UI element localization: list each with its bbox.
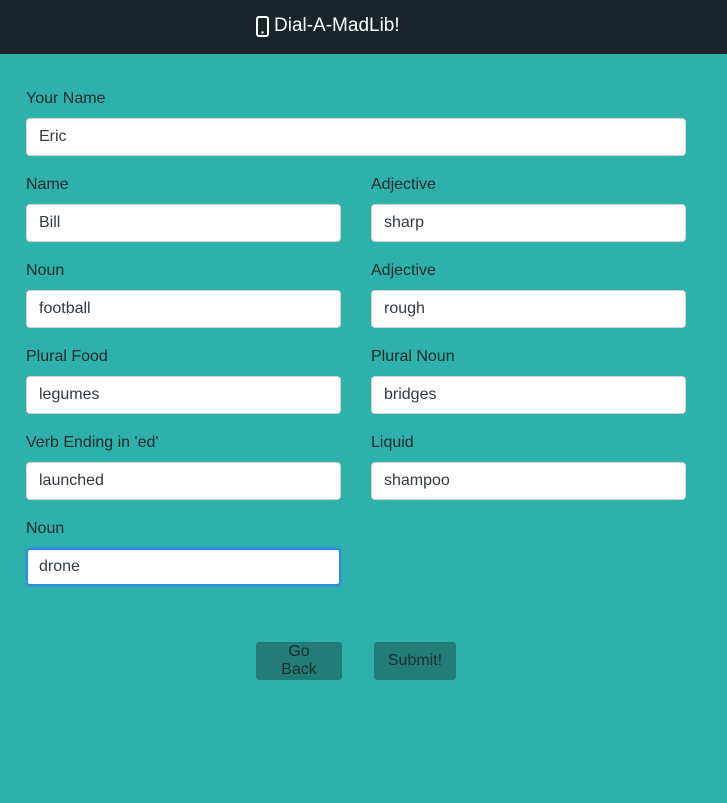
name-input[interactable] <box>26 204 341 242</box>
liquid-input[interactable] <box>371 462 686 500</box>
navbar: Dial-A-MadLib! <box>0 0 727 54</box>
plural-noun-label: Plural Noun <box>371 348 455 365</box>
noun-1-input[interactable] <box>26 290 341 328</box>
brand-title: Dial-A-MadLib! <box>274 15 400 36</box>
plural-food-input[interactable] <box>26 376 341 414</box>
verb-ed-label: Verb Ending in 'ed' <box>26 434 159 451</box>
name-label: Name <box>26 176 69 193</box>
mobile-phone-icon <box>256 15 269 37</box>
submit-button[interactable]: Submit! <box>374 642 456 680</box>
plural-noun-input[interactable] <box>371 376 686 414</box>
brand[interactable]: Dial-A-MadLib! <box>256 13 400 39</box>
adjective-2-input[interactable] <box>371 290 686 328</box>
your-name-input[interactable] <box>26 118 686 156</box>
noun-1-label: Noun <box>26 262 65 279</box>
go-back-button[interactable]: Go Back <box>256 642 342 680</box>
noun-2-input[interactable] <box>26 548 341 586</box>
verb-ed-input[interactable] <box>26 462 341 500</box>
noun-2-label: Noun <box>26 520 65 537</box>
your-name-label: Your Name <box>26 90 106 107</box>
adjective-1-label: Adjective <box>371 176 436 193</box>
adjective-2-label: Adjective <box>371 262 436 279</box>
plural-food-label: Plural Food <box>26 348 108 365</box>
adjective-1-input[interactable] <box>371 204 686 242</box>
liquid-label: Liquid <box>371 434 414 451</box>
